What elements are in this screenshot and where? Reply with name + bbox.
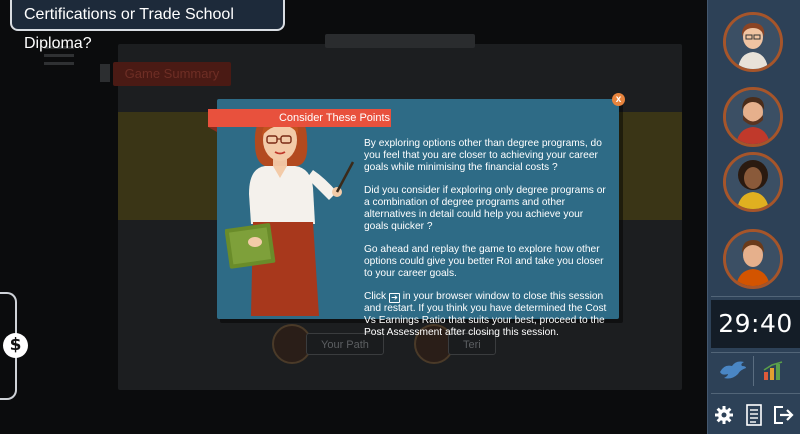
avatar-man-beard[interactable] xyxy=(723,87,783,147)
avatar-man-worker[interactable] xyxy=(723,229,783,289)
sidebar-divider xyxy=(711,296,800,297)
close-icon[interactable]: x xyxy=(612,93,625,106)
teacher-illustration xyxy=(225,110,355,316)
background-bullet xyxy=(100,64,110,82)
sidebar-divider xyxy=(711,352,800,353)
click-prefix: Click xyxy=(364,291,387,302)
dialog-paragraph: Go ahead and replay the game to explore … xyxy=(364,244,604,279)
sidebar-divider xyxy=(711,393,800,394)
icon-separator xyxy=(753,356,754,386)
bird-icon[interactable] xyxy=(718,358,748,387)
game-summary-tab: Game Summary xyxy=(113,62,231,86)
game-stage: Game Summary Your Path Teri Certificatio… xyxy=(0,0,800,434)
exit-icon[interactable] xyxy=(773,405,795,430)
dialog-paragraph: Did you consider if exploring only degre… xyxy=(364,185,606,232)
background-topbar xyxy=(325,34,475,48)
ribbon-fold xyxy=(208,127,217,132)
dialog-title: Consider These Points xyxy=(208,109,391,127)
notebook-icon[interactable] xyxy=(745,404,763,431)
dialog-paragraph: By exploring options other than degree p… xyxy=(364,138,602,173)
click-suffix: in your browser window to close this ses… xyxy=(364,291,607,338)
dialog-paragraph: Click ➔ in your browser window to close … xyxy=(364,291,610,339)
bar-chart-icon[interactable] xyxy=(762,360,786,385)
avatar-woman-glasses[interactable] xyxy=(723,12,783,72)
exit-key-icon: ➔ xyxy=(388,293,400,303)
countdown-timer: 29:40 xyxy=(711,300,800,348)
dialog-body: By exploring options other than degree p… xyxy=(364,138,610,350)
page-title: Certifications or Trade School Diploma? xyxy=(10,0,285,52)
dollar-icon[interactable]: $ xyxy=(3,333,28,358)
avatar-woman-curly[interactable] xyxy=(723,152,783,212)
gear-icon[interactable] xyxy=(714,405,734,430)
